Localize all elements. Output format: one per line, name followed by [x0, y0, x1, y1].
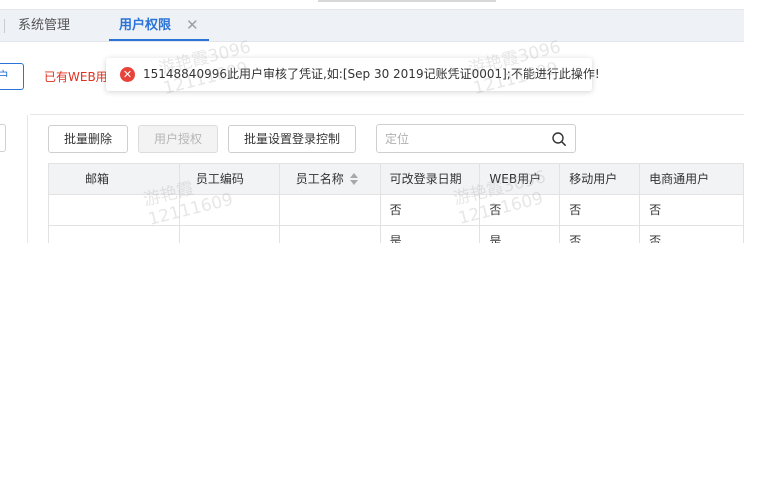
cell-web-user: 是 — [480, 226, 561, 243]
cell-web-user: 否 — [480, 195, 561, 226]
sort-icon[interactable] — [349, 172, 358, 185]
cell-editable-login-date: 否 — [380, 195, 481, 226]
cell-editable-login-date: 是 — [381, 226, 481, 243]
watermark-name: 游艳霞 — [466, 47, 521, 80]
col-header-mobile-user[interactable]: 移动用户 — [560, 164, 641, 195]
user-permission-table: 邮箱 员工编码 员工名称 可改登录日期 WEB用户 移动用户 电商通用户 否 否… — [48, 163, 744, 243]
watermark: 游艳霞3096 12111609 — [157, 37, 258, 99]
watermark-name: 游艳霞 — [156, 47, 211, 80]
watermark-id: 12111609 — [161, 58, 251, 99]
col-header-web-user[interactable]: WEB用户 — [480, 164, 561, 195]
table-row[interactable]: 是 是 否 否 — [49, 226, 744, 243]
col-header-ecommerce-user[interactable]: 电商通用户 — [640, 164, 744, 195]
cell-mobile-user: 否 — [560, 226, 641, 243]
table-row[interactable]: 否 否 否 否 — [49, 195, 744, 226]
watermark-code: 3096 — [206, 37, 253, 68]
cell-ecommerce-user: 否 — [640, 226, 744, 243]
cell-employee-name — [280, 226, 381, 243]
watermark-code: 3096 — [516, 37, 563, 68]
cell-employee-name — [279, 195, 381, 226]
col-header-email[interactable]: 邮箱 — [49, 164, 180, 195]
cell-ecommerce-user: 否 — [640, 195, 744, 226]
col-header-employee-name[interactable]: 员工名称 — [279, 164, 381, 195]
table-header-row: 邮箱 员工编码 员工名称 可改登录日期 WEB用户 移动用户 电商通用户 — [49, 164, 744, 195]
table-viewport: 邮箱 员工编码 员工名称 可改登录日期 WEB用户 移动用户 电商通用户 否 否… — [0, 0, 768, 243]
col-header-employee-name-label: 员工名称 — [295, 172, 344, 186]
col-header-editable-login-date[interactable]: 可改登录日期 — [380, 164, 481, 195]
col-header-employee-code[interactable]: 员工编码 — [179, 164, 280, 195]
watermark-id: 12111609 — [471, 58, 561, 99]
cell-employee-code — [180, 226, 280, 243]
cell-email — [49, 195, 180, 226]
cell-employee-code — [179, 195, 280, 226]
watermark: 游艳霞3096 12111609 — [467, 37, 568, 99]
cell-mobile-user: 否 — [560, 195, 641, 226]
cell-email — [49, 226, 180, 243]
